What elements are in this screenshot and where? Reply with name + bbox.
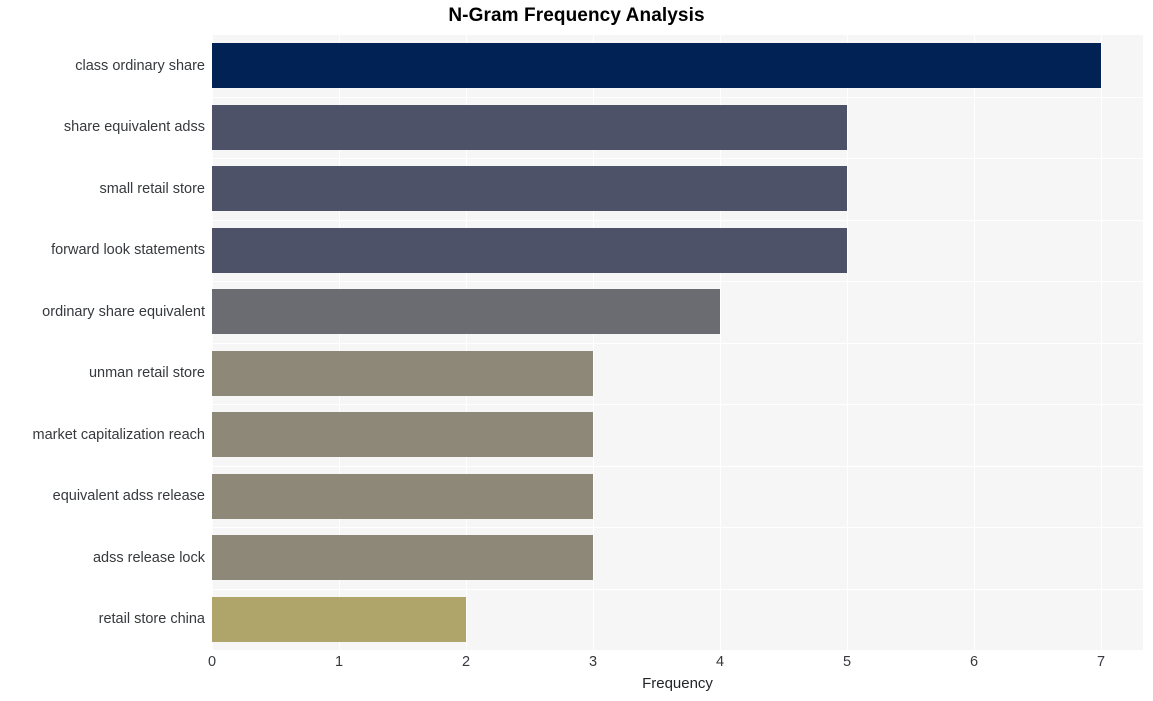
gridline-horizontal — [212, 281, 1143, 283]
chart-title: N-Gram Frequency Analysis — [448, 5, 705, 26]
gridline-horizontal — [212, 342, 1143, 344]
bar — [212, 166, 848, 212]
y-axis-tick-label: forward look statements — [51, 242, 205, 259]
x-axis-title: Frequency — [642, 675, 713, 692]
y-axis-tick-labels: class ordinary share share equivalent ads… — [0, 35, 205, 650]
y-axis-tick-label: market capitalization reach — [32, 426, 205, 443]
bar — [212, 43, 1102, 89]
y-axis-tick-label: unman retail store — [88, 365, 205, 382]
bar — [212, 473, 594, 519]
x-axis-tick-labels: 0 1 2 3 4 5 6 7 — [208, 654, 1143, 677]
gridline-horizontal — [212, 588, 1143, 590]
chart-figure: N-Gram Frequency Analysis class ordinary… — [0, 0, 1153, 701]
gridline-horizontal — [212, 527, 1143, 529]
y-axis-tick-label: ordinary share equivalent — [42, 303, 205, 320]
y-axis-tick-label: retail store china — [98, 611, 205, 628]
x-axis-tick-label: 3 — [588, 654, 598, 670]
bar — [212, 350, 594, 396]
gridline-horizontal — [212, 465, 1143, 467]
bar — [212, 227, 848, 273]
gridline-horizontal — [212, 219, 1143, 221]
x-axis-tick-label: 7 — [1097, 654, 1106, 670]
bar — [212, 289, 721, 335]
gridline-horizontal — [212, 96, 1143, 98]
y-axis-tick-label: equivalent adss release — [52, 488, 205, 505]
y-axis-tick-label: small retail store — [99, 180, 205, 197]
x-axis-tick-label: 2 — [461, 654, 471, 670]
y-axis-tick-label: adss release lock — [92, 549, 205, 566]
bar — [212, 412, 594, 458]
y-axis-tick-label: share equivalent adss — [63, 119, 205, 136]
bar — [212, 535, 594, 581]
x-axis-tick-label: 4 — [716, 654, 725, 670]
bar — [212, 104, 848, 150]
bar — [212, 596, 467, 642]
y-axis-tick-label: class ordinary share — [75, 57, 205, 74]
gridline-horizontal — [212, 158, 1143, 160]
x-axis-tick-label: 1 — [334, 654, 344, 670]
plot-area — [212, 35, 1143, 650]
gridline-horizontal — [212, 404, 1143, 406]
x-axis-tick-label: 5 — [843, 654, 852, 670]
x-axis-tick-label: 6 — [970, 654, 979, 670]
x-axis-tick-label: 0 — [207, 654, 217, 670]
